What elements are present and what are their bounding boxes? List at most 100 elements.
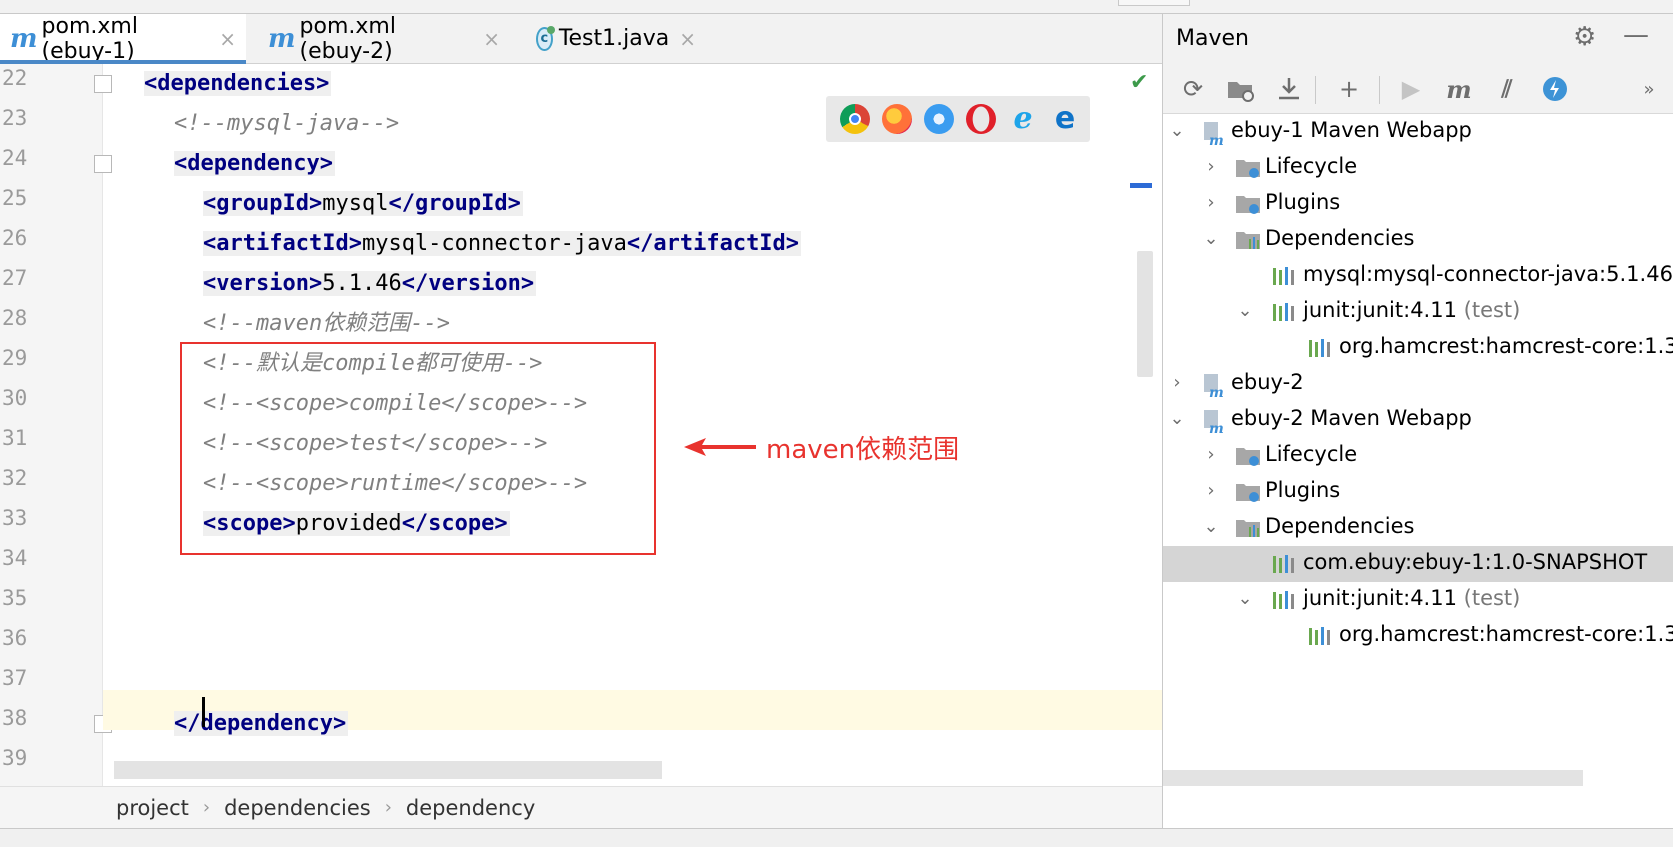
line-number: 33 [2,506,28,530]
code-line-22: <dependencies> [144,64,332,104]
tree-item-dependencies[interactable]: ⌄ Dependencies [1163,222,1673,258]
run-icon[interactable]: ▶ [1393,72,1429,106]
tree-item-plugins[interactable]: › Plugins [1163,474,1673,510]
tree-item-dependency[interactable]: mysql:mysql-connector-java:5.1.46 [1163,258,1673,294]
inspection-ok-icon[interactable]: ✔ [1130,70,1148,95]
chevron-down-icon[interactable]: ⌄ [1201,516,1221,537]
chevron-right-icon[interactable]: › [1167,372,1187,393]
tree-label: Lifecycle [1265,154,1358,178]
editor-gutter: 22 23 24 25 26 27 28 29 30 31 32 33 34 3… [0,64,112,786]
tree-label: Dependencies [1265,514,1415,538]
reload-icon[interactable]: ⟳ [1175,72,1211,106]
firefox-icon[interactable] [882,104,912,134]
close-icon[interactable]: × [219,27,236,51]
close-icon[interactable]: × [483,27,500,51]
breadcrumb-separator: › [202,797,211,818]
skip-tests-icon[interactable] [1537,72,1573,106]
line-number: 29 [2,346,28,370]
chevron-down-icon[interactable]: ⌄ [1201,228,1221,249]
tab-test1-java[interactable]: c Test1.java × [526,14,706,63]
tree-item-dependency[interactable]: ⌄ junit:junit:4.11 (test) [1163,582,1673,618]
xml-tag: <dependencies> [144,71,332,96]
chevron-down-icon[interactable]: ⌄ [1167,120,1187,141]
more-icon[interactable]: » [1631,72,1667,106]
line-number: 38 [2,706,28,730]
annotation-highlight-box [180,342,656,555]
tree-item-ebuy-2-webapp[interactable]: ⌄ m ebuy-2 Maven Webapp [1163,402,1673,438]
tab-pom-ebuy-1[interactable]: m pom.xml (ebuy-1) × [0,13,246,64]
xml-tag: </artifactId> [626,231,800,256]
horizontal-scrollbar[interactable] [114,761,662,779]
tree-item-plugins[interactable]: › Plugins [1163,186,1673,222]
tree-label: ebuy-2 [1231,370,1304,394]
code-line-27: <version>5.1.46</version> [203,264,537,304]
tree-item-lifecycle[interactable]: › Lifecycle [1163,438,1673,474]
chevron-right-icon[interactable]: › [1201,480,1221,501]
tree-item-dependency[interactable]: ⌄ junit:junit:4.11 (test) [1163,294,1673,330]
tree-item-ebuy-1-webapp[interactable]: ⌄ m ebuy-1 Maven Webapp [1163,114,1673,150]
tree-label: mysql:mysql-connector-java:5.1.46 [1303,262,1673,286]
maven-horizontal-scrollbar[interactable] [1163,770,1583,786]
safari-icon[interactable] [924,104,954,134]
library-icon [1309,339,1330,357]
tree-item-dependency[interactable]: org.hamcrest:hamcrest-core:1.3 [1163,618,1673,654]
chevron-right-icon[interactable]: › [1201,192,1221,213]
gear-icon[interactable]: ⚙ [1573,22,1596,52]
folder-reload-icon[interactable] [1223,72,1259,106]
xml-tag: <groupId> [203,191,323,216]
chevron-right-icon[interactable]: › [1201,444,1221,465]
vertical-scrollbar[interactable] [1137,251,1153,377]
edge-icon[interactable]: e [1050,104,1080,134]
tab-label: Test1.java [558,26,670,51]
code-line-28: <!--maven依赖范围--> [203,311,450,336]
maven-header: Maven ⚙ — [1163,14,1673,64]
tree-item-dependencies[interactable]: ⌄ Dependencies [1163,510,1673,546]
lifecycle-folder-icon [1236,160,1260,178]
line-number: 36 [2,626,28,650]
line-number: 30 [2,386,28,410]
tree-label: junit:junit:4.11 [1303,298,1457,322]
tree-item-dependency[interactable]: org.hamcrest:hamcrest-core:1.3 [1163,330,1673,366]
add-icon[interactable]: + [1331,72,1367,106]
chevron-down-icon[interactable]: ⌄ [1235,300,1255,321]
bottom-status-strip [0,828,1673,847]
xml-text: 5.1.46 [322,271,402,296]
browser-preview-popup: e e [826,96,1090,142]
line-number: 32 [2,466,28,490]
maven-title: Maven [1176,26,1249,51]
opera-icon[interactable] [966,104,996,134]
tab-pom-ebuy-2[interactable]: m pom.xml (ebuy-2) × [258,13,510,64]
xml-text: mysql-connector-java [361,231,627,256]
minimize-icon[interactable]: — [1623,20,1649,50]
chevron-right-icon[interactable]: › [1201,156,1221,177]
download-icon[interactable] [1271,72,1307,106]
tree-item-ebuy-2[interactable]: › m ebuy-2 [1163,366,1673,402]
tab-label: pom.xml (ebuy-2) [299,13,396,64]
error-stripe-marker[interactable] [1130,183,1152,188]
line-number: 23 [2,106,28,130]
maven-toolbar: ⟳ + ▶ m ⫽ » [1163,64,1673,114]
maven-project-icon: m [1204,374,1224,398]
tree-label: Dependencies [1265,226,1415,250]
breadcrumb-item-dependencies[interactable]: dependencies [224,796,371,820]
xml-tag: <dependency> [174,151,335,176]
line-number: 35 [2,586,28,610]
svg-text:m: m [1209,421,1224,434]
annotation-arrow-icon [684,438,756,456]
breadcrumb-item-dependency[interactable]: dependency [406,796,535,820]
tree-label: com.ebuy:ebuy-1:1.0-SNAPSHOT [1303,550,1648,574]
chrome-icon[interactable] [840,104,870,134]
maven-goal-icon[interactable]: m [1441,72,1477,106]
ie-icon[interactable]: e [1008,104,1038,134]
chevron-down-icon[interactable]: ⌄ [1235,588,1255,609]
breadcrumb-item-project[interactable]: project [116,796,189,820]
toggle-offline-icon[interactable]: ⫽ [1489,72,1525,106]
maven-m-icon: m [10,23,38,54]
maven-tool-window: Maven ⚙ — ⟳ + ▶ m ⫽ » ⌄ m ebuy-1 Maven W… [1162,14,1673,828]
tree-item-lifecycle[interactable]: › Lifecycle [1163,150,1673,186]
close-icon[interactable]: × [679,27,696,51]
tab-label: pom.xml (ebuy-1) [41,13,138,64]
tree-item-dependency-selected[interactable]: com.ebuy:ebuy-1:1.0-SNAPSHOT [1163,546,1673,582]
chevron-down-icon[interactable]: ⌄ [1167,408,1187,429]
library-icon [1273,303,1294,321]
